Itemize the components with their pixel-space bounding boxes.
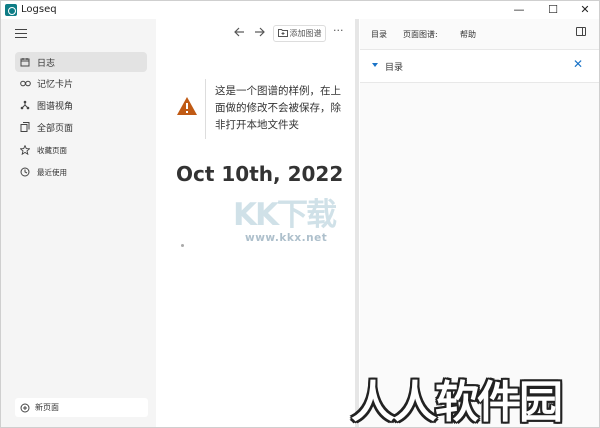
new-page-button[interactable]: 新页面 (15, 398, 148, 417)
close-icon[interactable]: ✕ (573, 57, 583, 71)
menu-icon[interactable] (15, 29, 27, 38)
warning-icon (176, 96, 198, 116)
app-window: Logseq — ☐ ✕ 日志 记忆卡片 图谱视角 全部页面 收藏页面 最近使用… (0, 0, 600, 428)
new-page-label: 新页面 (35, 403, 59, 412)
toc-panel: 目录 ✕ (360, 49, 599, 83)
infinity-icon (15, 80, 35, 87)
toc-title: 目录 (385, 63, 404, 73)
notice-text: 这是一个图谱的样例，在上面做的修改不会被保存，除非打开本地文件夹 (215, 85, 341, 131)
kk-watermark: KK下载 (233, 197, 337, 233)
block-bullet[interactable] (181, 244, 184, 247)
sidebar-item-all-pages[interactable]: 全部页面 (15, 117, 147, 137)
star-icon (15, 145, 35, 155)
sidebar-item-journals[interactable]: 日志 (15, 52, 147, 72)
logseq-logo-icon (5, 4, 17, 16)
pages-icon (15, 122, 35, 132)
sidebar-item-recent[interactable]: 最近使用 (15, 162, 147, 182)
sidebar-item-label: 最近使用 (37, 167, 67, 177)
tab-help[interactable]: 帮助 (460, 29, 476, 40)
sidebar-item-favorites[interactable]: 收藏页面 (15, 140, 147, 160)
history-icon (15, 167, 35, 177)
add-graph-label: 添加图谱 (289, 29, 322, 38)
sidebar-item-label: 全部页面 (37, 123, 74, 134)
kk-url-watermark: www.kkx.net (245, 232, 328, 244)
left-sidebar: 日志 记忆卡片 图谱视角 全部页面 收藏页面 最近使用 新页面 (1, 19, 156, 427)
renren-watermark: 人人软件园 (351, 377, 563, 428)
graph-icon (15, 100, 35, 110)
sidebar-item-label: 收藏页面 (37, 145, 67, 155)
plus-circle-icon (15, 403, 35, 413)
more-options-button[interactable]: ··· (333, 24, 344, 37)
sidebar-item-label: 日志 (37, 58, 56, 69)
toggle-right-sidebar-icon[interactable] (576, 27, 586, 36)
sidebar-item-graph-view[interactable]: 图谱视角 (15, 95, 147, 115)
sidebar-item-label: 记忆卡片 (37, 79, 74, 90)
close-window-button[interactable]: ✕ (565, 1, 599, 19)
demo-graph-notice: 这是一个图谱的样例，在上面做的修改不会被保存，除非打开本地文件夹 (176, 79, 351, 139)
window-title: Logseq (21, 4, 57, 15)
title-bar: Logseq — ☐ ✕ (1, 1, 599, 19)
sidebar-item-label: 图谱视角 (37, 101, 74, 112)
back-arrow-icon[interactable] (234, 27, 245, 40)
folder-plus-icon (277, 28, 288, 39)
journal-page-title[interactable]: Oct 10th, 2022 (176, 157, 346, 191)
notice-divider (205, 79, 206, 139)
calendar-icon (15, 57, 35, 67)
right-sidebar-header: 目录 页面图谱: 帮助 (360, 19, 599, 49)
tab-page-graph[interactable]: 页面图谱: (403, 29, 438, 40)
add-graph-button[interactable]: 添加图谱 (273, 25, 326, 42)
sidebar-item-flashcards[interactable]: 记忆卡片 (15, 73, 147, 93)
tab-toc[interactable]: 目录 (371, 29, 387, 40)
caret-down-icon[interactable] (372, 63, 378, 67)
forward-arrow-icon[interactable] (254, 27, 265, 40)
